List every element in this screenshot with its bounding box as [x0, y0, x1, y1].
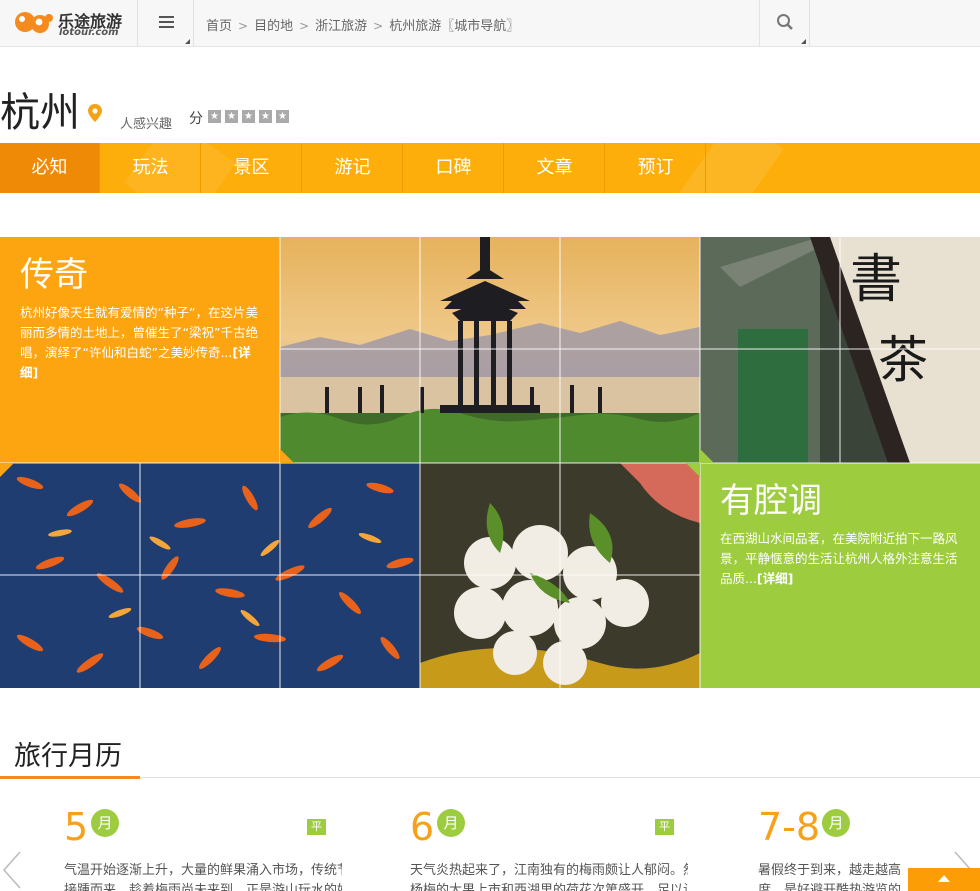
- season-badge: 平季: [307, 819, 326, 849]
- tune-title: 有腔调: [720, 481, 822, 521]
- breadcrumb-province[interactable]: 浙江旅游: [315, 19, 367, 34]
- tab-articles[interactable]: 文章: [505, 143, 605, 193]
- logo-text-en: lotour.com: [59, 27, 119, 38]
- chevron-right-icon: >: [299, 19, 310, 33]
- tea-house-sign-image[interactable]: 書 茶: [700, 237, 980, 463]
- month-number: 6: [410, 805, 435, 849]
- menu-button[interactable]: [137, 0, 194, 47]
- city-title: 杭州: [0, 90, 80, 136]
- star-icon[interactable]: ★: [225, 110, 238, 123]
- tab-travelogue[interactable]: 游记: [303, 143, 403, 193]
- breadcrumb-destination[interactable]: 目的地: [254, 19, 293, 34]
- feature-mosaic: 传奇 杭州好像天生就有爱情的“种子”，在这片美丽而多情的土地上，曾催生了“梁祝”…: [0, 237, 980, 688]
- breadcrumb-city[interactable]: 杭州旅游〖城市导航〗: [389, 19, 519, 34]
- red-carp-image[interactable]: [0, 463, 420, 688]
- star-icon[interactable]: ★: [208, 110, 221, 123]
- city-nav: 必知 玩法 景区 游记 口碑 文章 预订: [0, 143, 980, 193]
- dumplings-image[interactable]: [420, 463, 700, 688]
- top-bar: 乐途旅游 lotour.com 首页 > 目的地 > 浙江旅游 > 杭州旅游〖城市导航〗: [0, 0, 980, 47]
- tune-card[interactable]: 有腔调 在西湖山水间品茗，在美院附近拍下一路风景，平静惬意的生活让杭州人格外注意…: [700, 463, 980, 688]
- site-logo[interactable]: 乐途旅游 lotour.com: [14, 7, 126, 39]
- tab-play[interactable]: 玩法: [101, 143, 201, 193]
- legend-card[interactable]: 传奇 杭州好像天生就有爱情的“种子”，在这片美丽而多情的土地上，曾催生了“梁祝”…: [0, 237, 280, 463]
- back-to-top-button[interactable]: [908, 868, 980, 891]
- legend-title: 传奇: [20, 255, 88, 295]
- west-lake-pavilion-image[interactable]: [280, 237, 700, 463]
- interest-count: 人感兴趣: [120, 117, 173, 132]
- tab-booking[interactable]: 预订: [606, 143, 706, 193]
- svg-text:茶: 茶: [878, 331, 928, 389]
- month-unit-badge: 月: [822, 809, 850, 837]
- month-description: 天气炎热起来了，江南独有的梅雨颇让人郁闷。然而 杨梅的大果上市和西湖里的荷花次第…: [410, 863, 688, 891]
- month-number: 5: [64, 805, 89, 849]
- month-number: 7-8: [758, 805, 821, 849]
- legend-text: 杭州好像天生就有爱情的“种子”，在这片美丽而多情的土地上，曾催生了“梁祝”千古绝…: [20, 305, 258, 380]
- tab-reviews[interactable]: 口碑: [404, 143, 504, 193]
- month-unit-badge: 月: [437, 809, 465, 837]
- star-icon[interactable]: ★: [242, 110, 255, 123]
- chevron-right-icon: >: [238, 19, 249, 33]
- star-icon[interactable]: ★: [276, 110, 289, 123]
- section-divider: [0, 777, 980, 778]
- month-description: 暑假终于到来，越走越高 度，是好避开酷热游览的: [758, 863, 902, 891]
- tune-more-link[interactable]: [详细]: [757, 571, 793, 586]
- score-label: 分: [189, 111, 203, 127]
- travel-calendar-title: 旅行月历: [14, 741, 122, 772]
- corner-indicator-icon: [801, 39, 806, 44]
- month-unit-badge: 月: [91, 809, 119, 837]
- tab-scenic[interactable]: 景区: [202, 143, 302, 193]
- search-button[interactable]: [759, 0, 810, 47]
- arrow-left-icon[interactable]: [2, 850, 22, 890]
- breadcrumb: 首页 > 目的地 > 浙江旅游 > 杭州旅游〖城市导航〗: [206, 15, 519, 34]
- location-pin-icon[interactable]: [88, 104, 102, 122]
- svg-text:書: 書: [850, 250, 902, 310]
- logo-mark-icon: [15, 12, 53, 33]
- star-icon[interactable]: ★: [259, 110, 272, 123]
- chevron-right-icon: >: [373, 19, 384, 33]
- breadcrumb-home[interactable]: 首页: [206, 19, 232, 34]
- search-icon: [777, 14, 793, 30]
- menu-icon: [159, 16, 174, 29]
- season-badge: 平季: [655, 819, 674, 849]
- tab-must-know[interactable]: 必知: [0, 143, 100, 193]
- corner-indicator-icon: [185, 39, 190, 44]
- month-description: 气温开始逐渐上升，大量的鲜果涌入市场，传统节日 接踵而来，趁着梅雨尚未来到，正是…: [64, 863, 342, 891]
- tune-text: 在西湖山水间品茗，在美院附近拍下一路风景，平静惬意的生活让杭州人格外注意生活品质…: [720, 531, 958, 586]
- section-divider-accent: [0, 776, 140, 779]
- rating-stars[interactable]: ★ ★ ★ ★ ★: [208, 110, 289, 123]
- back-to-top-icon: [938, 875, 950, 882]
